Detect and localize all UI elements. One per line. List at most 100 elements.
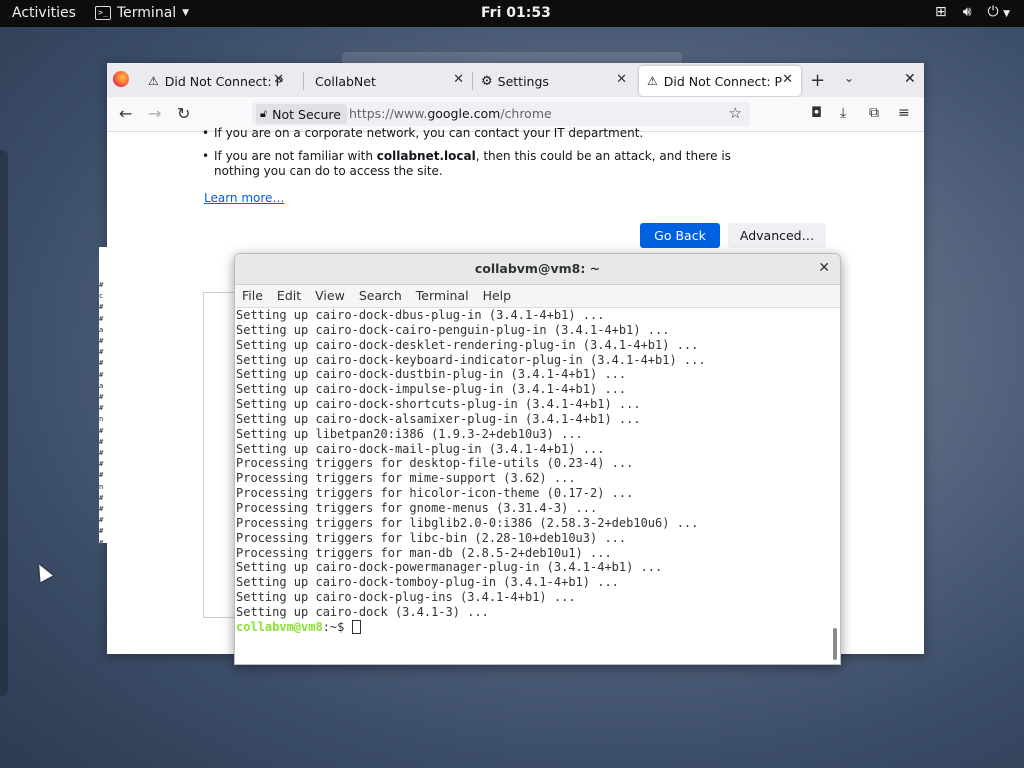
peek-char: # [99, 314, 104, 323]
top-bar: Activities >_ Terminal ▼ Fri 01:53 ⊞ 🔊︎ … [0, 0, 1024, 27]
terminal-line: Setting up cairo-dock-dustbin-plug-in (3… [236, 367, 627, 382]
peek-char: # [99, 370, 104, 379]
terminal-output[interactable]: Setting up cairo-dock-dbus-plug-in (3.4.… [236, 308, 826, 660]
terminal-line: Setting up cairo-dock-cairo-penguin-plug… [236, 322, 670, 337]
tab-settings[interactable]: ⚙ Settings ✕ [475, 66, 635, 96]
terminal-line: Setting up cairo-dock-impulse-plug-in (3… [236, 382, 627, 397]
terminal-line: Processing triggers for desktop-file-uti… [236, 456, 634, 471]
tab-did-not-connect-2[interactable]: ⚠ Did Not Connect: Pote ✕ [639, 66, 801, 96]
terminal-line: Setting up cairo-dock-desklet-rendering-… [236, 337, 699, 352]
terminal-line: Setting up cairo-dock (3.4.1-3) ... [236, 604, 489, 619]
tab-did-not-connect-1[interactable]: ⚠ Did Not Connect: Pote ✕ [142, 66, 292, 96]
power-icon[interactable]: ⏻ ▼ [988, 4, 1010, 20]
menu-icon[interactable]: ≡ [898, 105, 910, 121]
downloads-icon[interactable]: ⤓ [840, 105, 846, 121]
terminal-line: Processing triggers for libglib2.0-0:i38… [236, 515, 699, 530]
forward-arrow-icon[interactable]: → [148, 104, 161, 123]
peek-char: # [99, 505, 104, 514]
terminal-line: Processing triggers for hicolor-icon-the… [236, 486, 634, 501]
bookmark-star-icon[interactable]: ☆ [729, 104, 742, 122]
menu-search[interactable]: Search [352, 285, 409, 307]
peek-char: # [99, 516, 104, 525]
pocket-icon[interactable]: ◘ [811, 105, 822, 121]
close-icon[interactable]: ✕ [453, 72, 464, 87]
gear-icon: ⚙ [481, 73, 493, 89]
close-icon[interactable]: ✕ [616, 72, 627, 87]
text-cursor [351, 619, 361, 634]
tab-label: Did Not Connect: Pote [663, 73, 782, 89]
close-icon[interactable]: ✕ [782, 72, 793, 87]
learn-more-link[interactable]: Learn more… [204, 191, 284, 205]
bullet-corporate-network: If you are on a corporate network, you c… [202, 126, 734, 141]
peek-char: # [99, 404, 104, 413]
peek-char: # [99, 538, 104, 543]
advanced-button[interactable]: Advanced… [728, 223, 826, 248]
firefox-icon[interactable] [113, 71, 129, 87]
terminal-prompt[interactable]: collabvm@vm8:~$ [236, 619, 826, 635]
peek-char: c [99, 292, 104, 301]
new-tab-button[interactable]: + [810, 70, 825, 91]
peek-char: n [99, 482, 104, 491]
extensions-icon[interactable]: ⧉ [869, 105, 879, 121]
prompt-path: :~$ [322, 619, 352, 634]
menu-help[interactable]: Help [476, 285, 519, 307]
terminal-line: Setting up cairo-dock-powermanager-plug-… [236, 560, 663, 575]
close-icon[interactable]: ✕ [273, 72, 284, 87]
terminal-line: Setting up cairo-dock-keyboard-indicator… [236, 352, 706, 367]
menu-file[interactable]: File [235, 285, 270, 307]
terminal-line: Processing triggers for man-db (2.8.5-2+… [236, 545, 612, 560]
url-text[interactable]: https://www.google.com/chrome [349, 106, 552, 121]
terminal-line: Processing triggers for mime-support (3.… [236, 471, 576, 486]
lock-warning-icon: 🔓︎ [260, 107, 268, 120]
scrollbar[interactable] [833, 628, 837, 660]
app-menu[interactable]: >_ Terminal ▼ [95, 5, 189, 21]
peek-char: # [99, 281, 104, 289]
terminal-titlebar[interactable]: collabvm@vm8: ~ ✕ [235, 254, 840, 285]
warning-icon: ⚠ [647, 74, 658, 88]
peek-char: a [99, 381, 104, 390]
menu-view[interactable]: View [308, 285, 352, 307]
security-indicator[interactable]: 🔓︎ Not Secure [256, 104, 347, 124]
terminal-line: Setting up cairo-dock-mail-plug-in (3.4.… [236, 441, 605, 456]
peek-char: # [99, 460, 104, 469]
url-bar[interactable]: 🔓︎ Not Secure https://www.google.com/chr… [252, 102, 750, 126]
clock[interactable]: Fri 01:53 [481, 5, 551, 21]
warning-icon: ⚠ [148, 74, 159, 88]
peek-char: # [99, 426, 104, 435]
tab-label: CollabNet [315, 73, 376, 89]
terminal-line: Setting up cairo-dock-tomboy-plug-in (3.… [236, 575, 619, 590]
peek-char: # [99, 449, 104, 458]
menu-terminal[interactable]: Terminal [409, 285, 476, 307]
chevron-down-icon: ▼ [182, 8, 190, 18]
app-menu-label: Terminal [117, 5, 177, 21]
terminal-line: Setting up cairo-dock-alsamixer-plug-in … [236, 411, 641, 426]
terminal-line: Processing triggers for gnome-menus (3.3… [236, 500, 598, 515]
menu-edit[interactable]: Edit [270, 285, 308, 307]
peek-char: # [99, 337, 104, 346]
activities-button[interactable]: Activities [12, 5, 76, 21]
desktop-edge-panel [0, 150, 8, 696]
window-close-button[interactable]: ✕ [904, 71, 916, 87]
peek-char: # [99, 471, 104, 480]
close-icon[interactable]: ✕ [818, 260, 830, 276]
terminal-window: collabvm@vm8: ~ ✕ File Edit View Search … [234, 253, 841, 665]
terminal-icon: >_ [95, 6, 111, 20]
tab-collabnet[interactable]: CollabNet ✕ [307, 66, 472, 96]
background-window-strip: #c##a####a##n#####n#####c [99, 247, 108, 543]
list-all-tabs-button[interactable]: ⌄ [844, 71, 854, 85]
tab-bar: ⚠ Did Not Connect: Pote ✕ CollabNet ✕ ⚙ … [107, 63, 924, 97]
system-tray[interactable]: ⊞ 🔊︎ ⏻ ▼ [935, 4, 1010, 20]
network-icon[interactable]: ⊞ [935, 4, 947, 20]
tab-label: Settings [497, 73, 549, 89]
go-back-button[interactable]: Go Back [640, 223, 720, 248]
back-arrow-icon[interactable]: ← [119, 104, 132, 123]
terminal-line: Processing triggers for libc-bin (2.28-1… [236, 530, 627, 545]
tab-separator [303, 72, 304, 90]
bullet-not-familiar: If you are not familiar with collabnet.l… [202, 149, 734, 179]
reload-icon[interactable]: ↻ [177, 104, 190, 123]
volume-icon[interactable]: 🔊︎ [963, 4, 972, 20]
terminal-line: Setting up cairo-dock-shortcuts-plug-in … [236, 397, 641, 412]
terminal-title: collabvm@vm8: ~ [474, 261, 601, 276]
peek-char: # [99, 348, 104, 357]
peek-char: # [99, 437, 104, 446]
